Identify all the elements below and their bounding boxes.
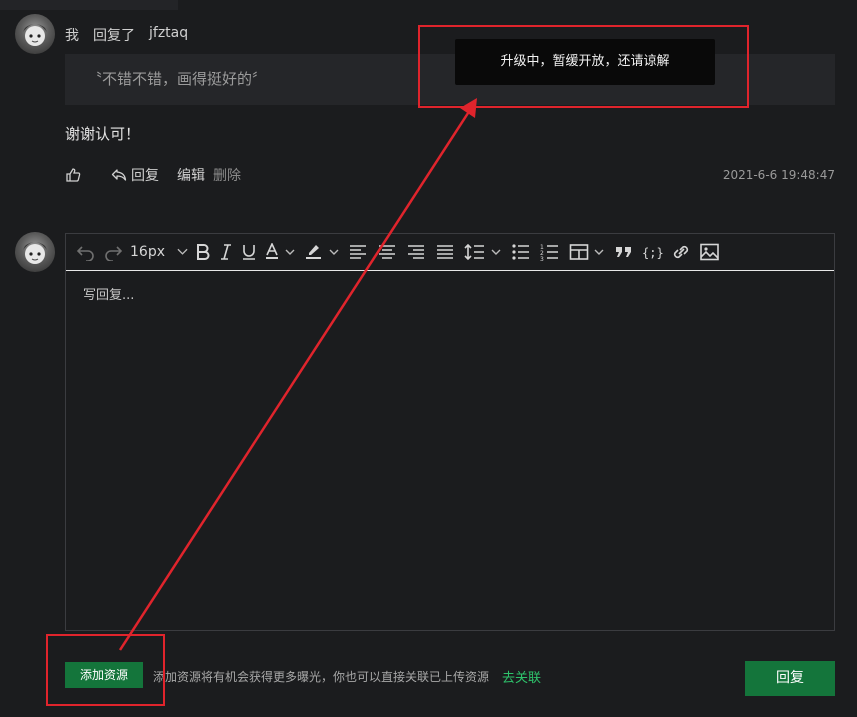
line-height-icon[interactable] <box>464 240 504 264</box>
underline-icon[interactable] <box>241 240 257 264</box>
editor-toolbar: 16px 123 {;} <box>66 234 834 271</box>
annotation-box-tooltip <box>418 25 749 108</box>
redo-icon[interactable] <box>103 240 123 264</box>
like-button[interactable] <box>65 167 81 183</box>
numbered-list-icon[interactable]: 123 <box>540 240 562 264</box>
align-center-icon[interactable] <box>377 240 399 264</box>
comment-actions: 回复 编辑 删除 <box>65 165 241 185</box>
author-name[interactable]: 我 <box>65 25 79 45</box>
svg-text:{;}: {;} <box>642 246 663 260</box>
edit-action[interactable]: 编辑 <box>177 165 205 185</box>
svg-text:3: 3 <box>540 256 544 261</box>
submit-reply-button[interactable]: 回复 <box>745 661 835 696</box>
rich-text-editor[interactable]: 16px 123 {;} 写回复... <box>65 233 835 631</box>
reply-icon <box>111 169 127 181</box>
align-left-icon[interactable] <box>348 240 370 264</box>
bold-icon[interactable] <box>195 240 211 264</box>
editor-placeholder: 写回复... <box>83 288 135 303</box>
table-icon[interactable] <box>569 240 607 264</box>
image-icon[interactable] <box>699 240 721 264</box>
code-icon[interactable]: {;} <box>641 240 663 264</box>
comment-header: 我 回复了 jfztaq <box>65 25 188 45</box>
add-resource-hint: 添加资源将有机会获得更多曝光，你也可以直接关联已上传资源 <box>153 670 490 684</box>
replied-label: 回复了 <box>93 28 135 44</box>
annotation-box-add-resource <box>46 634 165 706</box>
link-icon[interactable] <box>670 240 692 264</box>
font-color-icon[interactable] <box>264 240 298 264</box>
highlight-icon[interactable] <box>305 240 341 264</box>
font-size-dropdown[interactable]: 16px <box>130 240 188 264</box>
delete-action[interactable]: 删除 <box>213 165 241 185</box>
avatar[interactable] <box>15 14 55 54</box>
quote-icon[interactable] <box>614 240 634 264</box>
font-size-value: 16px <box>130 244 165 260</box>
thumbs-up-icon <box>66 168 81 182</box>
chevron-down-icon <box>177 248 188 255</box>
current-user-avatar[interactable] <box>15 232 55 272</box>
undo-icon[interactable] <box>76 240 96 264</box>
top-strip <box>0 0 178 10</box>
reply-text: 谢谢认可！ <box>65 125 141 143</box>
reply-label: 回复 <box>131 168 159 184</box>
italic-icon[interactable] <box>218 240 234 264</box>
link-resource-link[interactable]: 去关联 <box>502 667 541 686</box>
target-user[interactable]: jfztaq <box>149 25 188 45</box>
bullet-list-icon[interactable] <box>511 240 533 264</box>
align-justify-icon[interactable] <box>435 240 457 264</box>
align-right-icon[interactable] <box>406 240 428 264</box>
timestamp: 2021-6-6 19:48:47 <box>722 168 835 182</box>
reply-action[interactable]: 回复 <box>111 165 159 185</box>
